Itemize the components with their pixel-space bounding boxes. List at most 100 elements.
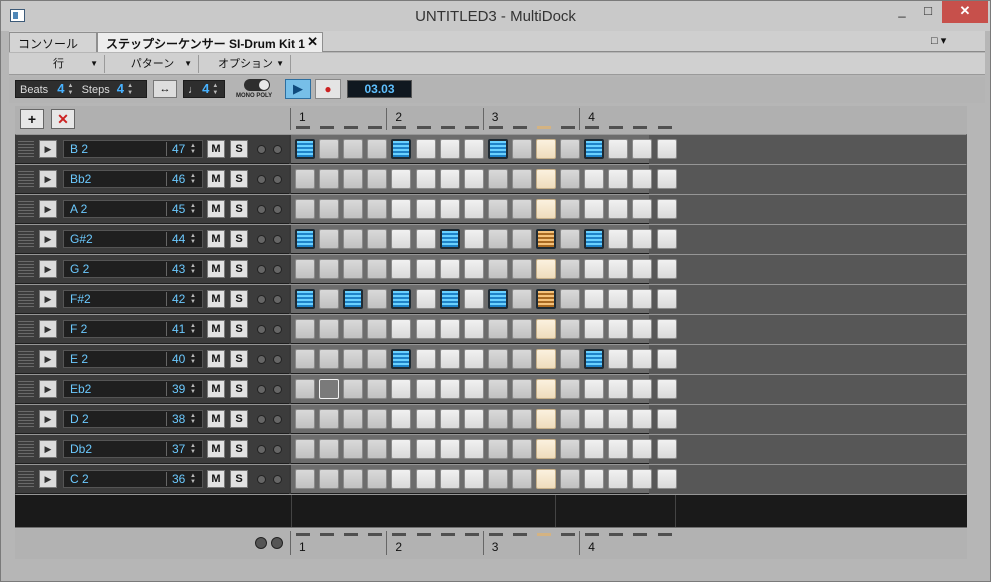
step-cell[interactable] xyxy=(415,259,436,279)
pan-knob-icon[interactable] xyxy=(273,445,282,454)
step-cell[interactable] xyxy=(415,229,436,249)
pan-knob-icon[interactable] xyxy=(273,295,282,304)
step-cell[interactable] xyxy=(319,289,340,309)
step-cell[interactable] xyxy=(608,319,629,339)
step-cell[interactable] xyxy=(608,409,629,429)
pan-knob-icon[interactable] xyxy=(273,235,282,244)
velocity-knob-icon[interactable] xyxy=(257,205,266,214)
step-cell[interactable] xyxy=(487,439,508,459)
step-cell[interactable] xyxy=(584,319,605,339)
step-cell[interactable] xyxy=(343,289,364,309)
step-cell[interactable] xyxy=(656,409,677,429)
step-cell[interactable] xyxy=(487,379,508,399)
mute-button[interactable]: M xyxy=(207,290,225,308)
step-cell[interactable] xyxy=(343,259,364,279)
mute-button[interactable]: M xyxy=(207,170,225,188)
step-cell[interactable] xyxy=(319,379,340,399)
step-cell[interactable] xyxy=(608,289,629,309)
step-cell[interactable] xyxy=(511,319,532,339)
play-button[interactable]: ▶ xyxy=(285,79,311,99)
step-cell[interactable] xyxy=(632,199,653,219)
step-cell[interactable] xyxy=(463,229,484,249)
step-cell[interactable] xyxy=(463,319,484,339)
velocity-knob-icon[interactable] xyxy=(257,475,266,484)
note-selector[interactable]: Bb2 46 ▲ ▼ xyxy=(63,170,203,188)
step-cell[interactable] xyxy=(343,139,364,159)
step-cell[interactable] xyxy=(608,379,629,399)
step-cell[interactable] xyxy=(295,439,315,459)
step-cell[interactable] xyxy=(415,289,436,309)
note-spinner-icon[interactable]: ▲ ▼ xyxy=(190,353,200,366)
mute-button[interactable]: M xyxy=(207,440,225,458)
note-selector[interactable]: F#2 42 ▲ ▼ xyxy=(63,290,203,308)
mute-button[interactable]: M xyxy=(207,140,225,158)
step-cell[interactable] xyxy=(463,349,484,369)
note-selector[interactable]: G#2 44 ▲ ▼ xyxy=(63,230,203,248)
step-cell[interactable] xyxy=(632,229,653,249)
step-cell[interactable] xyxy=(608,259,629,279)
footer-knob-icon[interactable] xyxy=(255,537,267,549)
drag-grip-icon[interactable] xyxy=(18,381,34,398)
mute-button[interactable]: M xyxy=(207,260,225,278)
step-cell[interactable] xyxy=(391,259,412,279)
step-cell[interactable] xyxy=(295,169,315,189)
step-cell[interactable] xyxy=(584,289,605,309)
step-cell[interactable] xyxy=(343,469,364,489)
step-cell[interactable] xyxy=(560,469,581,489)
row-play-button[interactable]: ▶ xyxy=(39,470,57,488)
step-cell[interactable] xyxy=(439,229,460,249)
step-cell[interactable] xyxy=(536,139,556,159)
step-cell[interactable] xyxy=(367,469,388,489)
step-cell[interactable] xyxy=(319,349,340,369)
step-cell[interactable] xyxy=(415,169,436,189)
drag-grip-icon[interactable] xyxy=(18,201,34,218)
tab-step-sequencer[interactable]: ステップシーケンサー SI-Drum Kit 1 ✕ xyxy=(97,32,323,52)
step-cell[interactable] xyxy=(391,409,412,429)
step-cell[interactable] xyxy=(439,199,460,219)
velocity-knob-icon[interactable] xyxy=(257,145,266,154)
step-cell[interactable] xyxy=(584,409,605,429)
step-cell[interactable] xyxy=(560,349,581,369)
step-cell[interactable] xyxy=(367,229,388,249)
resize-pattern-icon[interactable]: ↔ xyxy=(153,80,177,98)
note-spinner-icon[interactable]: ▲ ▼ xyxy=(190,143,200,156)
step-cell[interactable] xyxy=(632,469,653,489)
minimize-button[interactable]: _ xyxy=(889,1,915,23)
step-cell[interactable] xyxy=(343,169,364,189)
step-cell[interactable] xyxy=(536,289,556,309)
solo-button[interactable]: S xyxy=(230,410,248,428)
step-cell[interactable] xyxy=(463,439,484,459)
footer-knob-icon[interactable] xyxy=(271,537,283,549)
step-cell[interactable] xyxy=(511,379,532,399)
solo-button[interactable]: S xyxy=(230,470,248,488)
drag-grip-icon[interactable] xyxy=(18,171,34,188)
velocity-knob-icon[interactable] xyxy=(257,385,266,394)
pan-knob-icon[interactable] xyxy=(273,265,282,274)
note-spinner-icon[interactable]: ▲ ▼ xyxy=(190,323,200,336)
row-play-button[interactable]: ▶ xyxy=(39,350,57,368)
step-cell[interactable] xyxy=(656,229,677,249)
step-cell[interactable] xyxy=(367,409,388,429)
step-cell[interactable] xyxy=(367,259,388,279)
step-cell[interactable] xyxy=(415,439,436,459)
drag-grip-icon[interactable] xyxy=(18,441,34,458)
step-cell[interactable] xyxy=(584,229,605,249)
step-cell[interactable] xyxy=(391,199,412,219)
drag-grip-icon[interactable] xyxy=(18,261,34,278)
step-cell[interactable] xyxy=(367,379,388,399)
mute-button[interactable]: M xyxy=(207,200,225,218)
step-cell[interactable] xyxy=(319,169,340,189)
velocity-knob-icon[interactable] xyxy=(257,415,266,424)
step-cell[interactable] xyxy=(511,409,532,429)
velocity-knob-icon[interactable] xyxy=(257,445,266,454)
step-cell[interactable] xyxy=(536,319,556,339)
step-cell[interactable] xyxy=(439,169,460,189)
step-cell[interactable] xyxy=(487,199,508,219)
step-cell[interactable] xyxy=(415,469,436,489)
pan-knob-icon[interactable] xyxy=(273,205,282,214)
step-cell[interactable] xyxy=(319,409,340,429)
row-play-button[interactable]: ▶ xyxy=(39,170,57,188)
step-cell[interactable] xyxy=(560,139,581,159)
step-cell[interactable] xyxy=(367,439,388,459)
step-cell[interactable] xyxy=(656,199,677,219)
